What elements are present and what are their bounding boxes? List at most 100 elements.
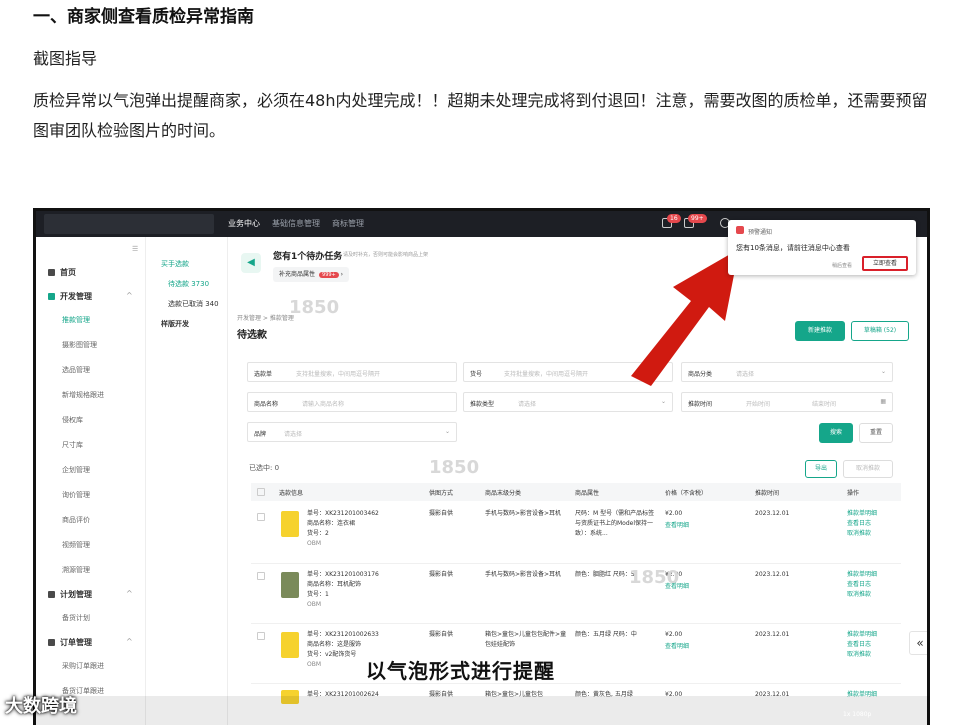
sidebar-item[interactable]: 采购订单跟进 [62,661,104,671]
chevron-down-icon: ⌄ [880,368,886,375]
chevron-down-icon: ⌄ [660,398,666,405]
topnav-trademark[interactable]: 商标管理 [332,218,364,229]
home-icon [48,269,55,276]
subnav-group-sample[interactable]: 样版开发 [161,319,189,329]
menu-toggle-icon[interactable]: ☰ [132,245,138,253]
alert-icon [736,226,744,234]
product-thumbnail [281,511,299,537]
filter-order-no[interactable]: 选款单 支持批量搜索，中间用逗号隔开 [247,362,457,382]
watermark: 1850 [289,297,340,318]
search-button[interactable]: 搜索 [819,423,853,443]
selected-count: 已选中: 0 [249,464,280,472]
todo-chip[interactable]: 补充商品属性 999+ › [273,267,350,282]
sidebar-item[interactable]: 新增规格跟进 [62,390,104,400]
subnav-item-cancelled[interactable]: 选款已取消 340 [168,299,219,309]
table-row: 单号：XK231201003462 商品名称：连衣裙 货号：2 OBM 摄影自供… [251,501,901,564]
todo-banner: ◀ 您有1个待办任务 请及时补充，否则可能会影响商品上架 补充商品属性 999+ … [237,245,537,289]
calendar-icon: ▦ [880,398,886,405]
sidebar-item-home[interactable]: 首页 [48,267,76,278]
view-now-button[interactable]: 立即查看 [862,256,908,271]
chevron-up-icon: ^ [126,589,133,598]
sidebar: ☰ 首页 开发管理 ^ 推款管理 摄影图管理 选品管理 新增规格跟进 侵权库 尺寸… [36,237,146,725]
watermark: 1850 [629,567,680,588]
message-badge: 99+ [688,214,707,223]
page-title: 待选款 [237,330,267,341]
collapse-icon[interactable]: « [909,631,927,655]
main-content: ◀ 您有1个待办任务 请及时补充，否则可能会影响商品上架 补充商品属性 999+ … [229,237,927,725]
push-detail-link[interactable]: 推款单明细 [847,509,877,519]
chevron-up-icon: ^ [126,291,133,300]
cancel-push-link[interactable]: 取消推款 [847,650,871,660]
view-log-link[interactable]: 查看日志 [847,519,871,529]
topnav-business[interactable]: 业务中心 [228,218,260,229]
filter-push-type[interactable]: 推款类型 请选择 ⌄ [463,392,673,412]
video-control-bar [33,696,930,725]
push-detail-link[interactable]: 推款单明细 [847,630,877,640]
doc-title: 一、商家侧查看质检异常指南 [33,7,254,27]
subnav-group[interactable]: 买手选款 [161,259,189,269]
sub-nav: 买手选款 待选款 3730 选款已取消 340 样版开发 [146,237,228,725]
sidebar-group-dev[interactable]: 开发管理 ^ [48,291,133,302]
doc-paragraph: 质检异常以气泡弹出提醒商家，必须在48h内处理完成！！超期未处理完成将到付退回！… [33,91,928,140]
table-row: 单号：XK231201003176 商品名称：耳机配饰 货号：1 OBM 摄影自… [251,564,901,624]
sidebar-item[interactable]: 视频管理 [62,540,90,550]
filter-brand[interactable]: 品牌 请选择 ⌄ [247,422,457,442]
bell-badge: 16 [667,214,681,223]
todo-title: 您有1个待办任务 [273,252,343,262]
export-button[interactable]: 导出 [805,460,837,478]
sidebar-item[interactable]: 摄影图管理 [62,340,97,350]
app-window: 业务中心 基础信息管理 商标管理 16 99+ ☰ 首页 开发管理 ^ 推款管理 … [36,211,927,725]
topnav-basic-info[interactable]: 基础信息管理 [272,218,320,229]
filter-push-time[interactable]: 推款时间 开始时间 结束时间 ▦ [681,392,893,412]
notification-body: 您有10条消息，请前往消息中心查看 [736,244,850,252]
filter-product-name[interactable]: 商品名称 请输入商品名称 [247,392,457,412]
doc-subtitle: 截图指导 [33,49,98,68]
video-screenshot: 业务中心 基础信息管理 商标管理 16 99+ ☰ 首页 开发管理 ^ 推款管理 … [33,208,930,725]
video-caption: 以气泡形式进行提醒 [366,659,555,683]
dev-icon [48,293,55,300]
plan-icon [48,591,55,598]
sidebar-item[interactable]: 尺寸库 [62,440,83,450]
table-row: 单号：XK231201002633 商品名称：这是服饰 货号：v2配饰货号 OB… [251,624,901,684]
sidebar-item[interactable]: 询价管理 [62,490,90,500]
view-detail-link[interactable]: 查看明细 [665,521,689,531]
sidebar-item[interactable]: 溯源管理 [62,565,90,575]
subnav-item-pending[interactable]: 待选款 3730 [168,279,209,289]
watermark: 1850 [429,457,480,478]
cancel-push-button[interactable]: 取消推款 [843,460,893,478]
product-thumbnail [281,632,299,658]
sidebar-item[interactable]: 商品评价 [62,515,90,525]
megaphone-icon: ◀ [241,253,261,273]
order-icon [48,639,55,646]
new-push-button[interactable]: 新建推款 [795,321,845,341]
logo-area [44,214,214,234]
sidebar-group-order[interactable]: 订单管理 ^ [48,637,133,648]
sidebar-item[interactable]: 侵权库 [62,415,83,425]
select-all-checkbox[interactable] [257,488,265,496]
cancel-push-link[interactable]: 取消推款 [847,529,871,539]
player-controls[interactable]: 1x 1080p [843,711,871,718]
view-detail-link[interactable]: 查看明细 [665,642,689,652]
sidebar-item[interactable]: 企划管理 [62,465,90,475]
sidebar-group-plan[interactable]: 计划管理 ^ [48,589,133,600]
row-checkbox[interactable] [257,513,265,521]
sidebar-item[interactable]: 备货计划 [62,613,90,623]
cancel-push-link[interactable]: 取消推款 [847,590,871,600]
row-checkbox[interactable] [257,572,265,580]
notification-popup: 预警通知 您有10条消息，请前往消息中心查看 稍后查看 立即查看 [728,220,916,275]
chevron-up-icon: ^ [126,637,133,646]
breadcrumb: 开发管理 > 推款管理 [237,315,294,322]
chevron-down-icon: ⌄ [444,428,450,435]
draft-button[interactable]: 草稿箱 (52) [851,321,909,341]
row-checkbox[interactable] [257,632,265,640]
push-detail-link[interactable]: 推款单明细 [847,570,877,580]
view-log-link[interactable]: 查看日志 [847,640,871,650]
sidebar-item[interactable]: 选品管理 [62,365,90,375]
later-button[interactable]: 稍后查看 [832,262,852,269]
todo-chip-badge: 999+ [319,272,339,278]
sidebar-item-push[interactable]: 推款管理 [62,315,90,325]
table-header: 选款信息 供图方式 商品末级分类 商品属性 价格（不含税） 推款时间 操作 [251,483,901,501]
notification-head: 预警通知 [748,229,773,236]
view-log-link[interactable]: 查看日志 [847,580,871,590]
reset-button[interactable]: 重置 [859,423,893,443]
